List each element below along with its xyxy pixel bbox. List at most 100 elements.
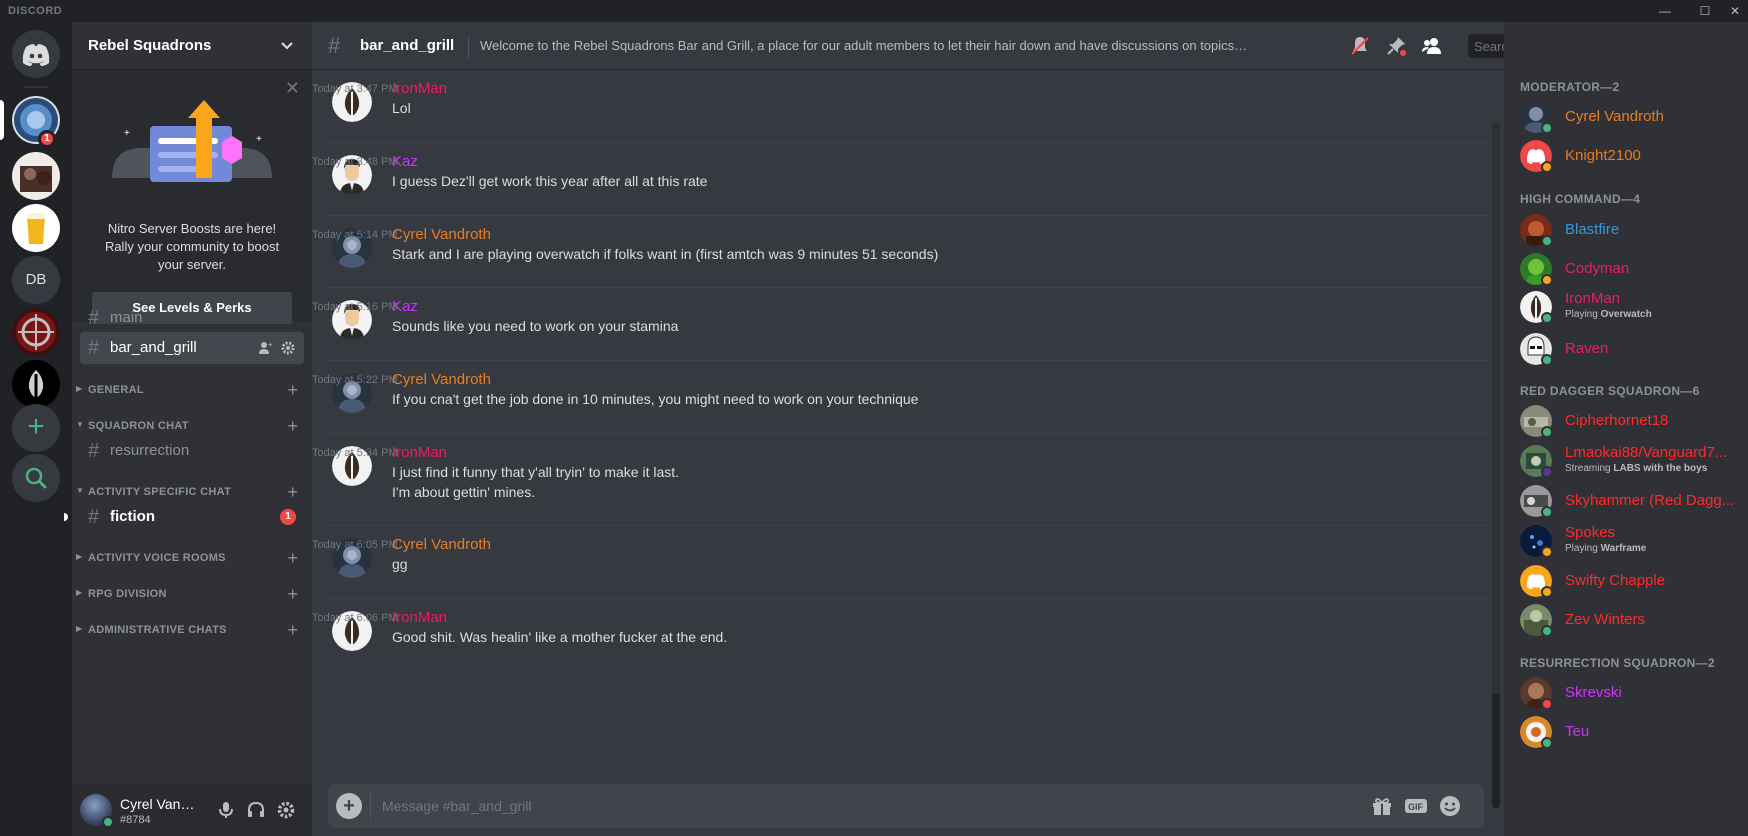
message-author[interactable]: Cyrel Vandroth <box>392 536 491 553</box>
message-item[interactable]: Cyrel Vandroth Today at 5:22 PM If you cna… <box>312 361 1488 437</box>
message-item[interactable]: IronMan Today at 3:47 PM Lol <box>312 70 1488 146</box>
status-indicator-icon <box>1541 161 1553 173</box>
channel-bar-and-grill[interactable]: # bar_and_grill + <box>80 332 304 364</box>
gif-icon[interactable]: GIF <box>1404 794 1428 818</box>
server-beer[interactable] <box>12 204 60 252</box>
create-channel-icon[interactable]: + <box>287 416 298 437</box>
member-item[interactable]: Skrevski <box>1512 672 1740 714</box>
invite-user-icon[interactable]: + <box>258 340 274 356</box>
member-item[interactable]: Codyman <box>1512 248 1740 290</box>
server-header[interactable]: Rebel Squadrons <box>72 22 312 70</box>
headphones-icon[interactable] <box>246 800 266 820</box>
maximize-button[interactable]: ☐ <box>1694 2 1716 20</box>
status-indicator-icon <box>1541 586 1553 598</box>
member-item[interactable]: Spokes Playing Warframe <box>1512 520 1740 562</box>
member-list-icon[interactable] <box>1420 34 1444 58</box>
message-item[interactable]: Cyrel Vandroth Today at 6:05 PM gg <box>312 526 1488 602</box>
create-channel-icon[interactable]: + <box>287 380 298 401</box>
member-item[interactable]: Cipherhornet18 <box>1512 400 1740 442</box>
message-author[interactable]: IronMan <box>392 444 447 461</box>
message-author[interactable]: IronMan <box>392 609 447 626</box>
member-item[interactable]: IronMan Playing Overwatch <box>1512 286 1740 328</box>
member-item[interactable]: Knight2100 <box>1512 135 1740 177</box>
member-item[interactable]: Teu <box>1512 711 1740 753</box>
status-indicator-icon <box>1541 698 1553 710</box>
header-divider <box>468 36 469 58</box>
member-activity: Streaming LABS with the boys <box>1565 463 1707 474</box>
message-item[interactable]: Cyrel Vandroth Today at 5:14 PM Stark and … <box>312 216 1488 292</box>
category-rpg-division[interactable]: ▶ RPG DIVISION + <box>76 584 308 605</box>
chevron-down-icon: ▼ <box>76 420 84 429</box>
upload-button[interactable]: + <box>336 793 362 819</box>
message-timestamp: Today at 6:06 PM <box>312 612 398 624</box>
message-text: Lol <box>392 100 411 116</box>
member-name: Cipherhornet18 <box>1565 412 1669 429</box>
create-channel-icon[interactable]: + <box>287 620 298 641</box>
message-author[interactable]: Cyrel Vandroth <box>392 371 491 388</box>
message-item[interactable]: Kaz Today at 5:16 PM Sounds like you need … <box>312 288 1488 364</box>
emoji-icon[interactable] <box>1438 794 1462 818</box>
message-author[interactable]: IronMan <box>392 80 447 97</box>
member-item[interactable]: Swifty Chapple <box>1512 560 1740 602</box>
category-label: ACTIVITY SPECIFIC CHAT <box>88 486 232 498</box>
boost-promo-panel: ✕ + + Nitro Server Boosts are here! Rall… <box>72 70 312 324</box>
beer-icon <box>26 213 46 244</box>
pin-icon[interactable] <box>1384 34 1408 58</box>
member-item[interactable]: Skyhammer (Red Dagg... <box>1512 480 1740 522</box>
gear-icon[interactable] <box>276 800 296 820</box>
message-input[interactable] <box>382 796 1242 816</box>
member-name: Skyhammer (Red Dagg... <box>1565 492 1735 509</box>
member-item[interactable]: Cyrel Vandroth <box>1512 96 1740 138</box>
message-author[interactable]: Cyrel Vandroth <box>392 226 491 243</box>
minimize-button[interactable]: — <box>1654 2 1676 20</box>
create-channel-icon[interactable]: + <box>287 584 298 605</box>
server-db[interactable]: DB <box>12 256 60 304</box>
close-window-button[interactable]: ✕ <box>1724 2 1746 20</box>
mute-channel-icon[interactable] <box>1348 34 1372 58</box>
member-item[interactable]: Raven <box>1512 328 1740 370</box>
user-panel: Cyrel Vandroth #8784 <box>72 784 312 836</box>
category-activity-specific-chat[interactable]: ▼ ACTIVITY SPECIFIC CHAT + <box>76 482 308 503</box>
message-composer: + GIF <box>328 784 1484 828</box>
category-label: GENERAL <box>88 384 144 396</box>
member-item[interactable]: Blastfire <box>1512 209 1740 251</box>
status-indicator-icon <box>1541 426 1553 438</box>
gear-icon[interactable] <box>280 340 296 356</box>
home-button[interactable] <box>12 30 60 78</box>
microphone-icon[interactable] <box>216 800 236 820</box>
server-red-emblem[interactable] <box>12 308 60 356</box>
channel-fiction[interactable]: # fiction 1 <box>80 501 304 533</box>
scrollbar-track[interactable] <box>1492 122 1500 808</box>
activity-name: Warframe <box>1600 543 1647 554</box>
channel-resurrection[interactable]: # resurrection <box>80 435 304 467</box>
create-channel-icon[interactable]: + <box>287 548 298 569</box>
message-item[interactable]: IronMan Today at 5:34 PM I just find it fu… <box>312 434 1488 510</box>
text-channel-icon: # <box>88 506 100 528</box>
message-text: gg <box>392 556 408 572</box>
server-2[interactable] <box>12 152 60 200</box>
composer-divider <box>370 792 371 820</box>
channel-topic[interactable]: Welcome to the Rebel Squadrons Bar and G… <box>480 38 1250 53</box>
search-icon <box>25 467 47 489</box>
category-squadron-chat[interactable]: ▼ SQUADRON CHAT + <box>76 416 308 437</box>
member-name: Raven <box>1565 340 1609 357</box>
category-activity-voice-rooms[interactable]: ▶ ACTIVITY VOICE ROOMS + <box>76 548 308 569</box>
message-item[interactable]: Kaz Today at 3:48 PM I guess Dez'll get wo… <box>312 143 1488 219</box>
explore-servers-button[interactable] <box>12 454 60 502</box>
category-administrative-chats[interactable]: ▶ ADMINISTRATIVE CHATS + <box>76 620 308 641</box>
category-general[interactable]: ▶ GENERAL + <box>76 380 308 401</box>
member-name: Blastfire <box>1565 221 1620 238</box>
create-channel-icon[interactable]: + <box>287 482 298 503</box>
message-item[interactable]: IronMan Today at 6:06 PM Good shit. Was he… <box>312 599 1488 675</box>
member-item[interactable]: Lmaokai88/Vanguard7... Streaming LABS wit… <box>1512 440 1740 482</box>
gift-icon[interactable] <box>1370 794 1394 818</box>
add-server-button[interactable]: + <box>12 404 60 452</box>
svg-text:GIF: GIF <box>1408 802 1424 812</box>
scrollbar-thumb[interactable] <box>1492 694 1500 808</box>
category-label: ADMINISTRATIVE CHATS <box>88 624 227 636</box>
channel-main[interactable]: # main <box>80 302 304 334</box>
server-rebel-alliance[interactable] <box>12 360 60 408</box>
member-item[interactable]: Zev Winters <box>1512 599 1740 641</box>
server-name: Rebel Squadrons <box>88 37 212 54</box>
member-name: Cyrel Vandroth <box>1565 108 1664 125</box>
